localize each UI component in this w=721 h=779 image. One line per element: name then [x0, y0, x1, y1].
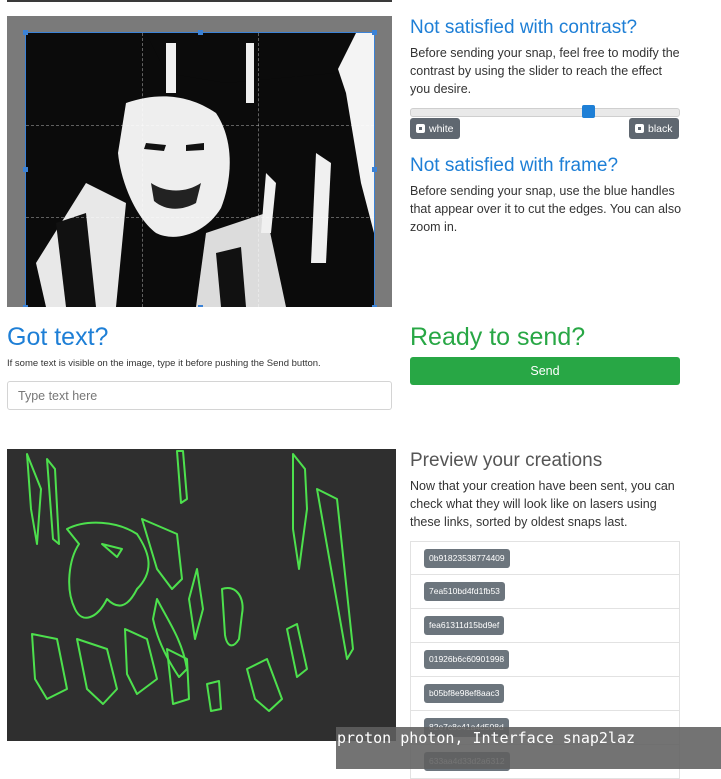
creation-link[interactable]: fea61311d15bd9ef — [424, 616, 505, 635]
contrast-slider-track[interactable] — [410, 108, 680, 117]
crop-grid-line — [26, 125, 374, 126]
contrast-description: Before sending your snap, feel free to m… — [410, 46, 680, 96]
white-button-label: white — [429, 122, 454, 135]
white-button[interactable]: white — [410, 118, 460, 139]
send-button[interactable]: Send — [410, 357, 680, 385]
crop-handle-top-right[interactable] — [372, 30, 377, 35]
text-input[interactable] — [7, 381, 392, 410]
caption-text: proton photon, Interface snap2laz — [337, 729, 636, 747]
white-square-icon — [416, 124, 425, 133]
snap-photo — [26, 33, 374, 307]
creation-link[interactable]: 0b91823538774409 — [424, 548, 510, 568]
crop-handle-bottom-right[interactable] — [372, 305, 377, 307]
list-item: 7ea510bd4fd1fb53 — [410, 575, 680, 609]
creation-link[interactable]: 01926b6c60901998 — [424, 650, 510, 669]
crop-grid-line — [142, 33, 143, 307]
caption-overlay: proton photon, Interface snap2laz — [336, 727, 721, 769]
creation-link[interactable]: 7ea510bd4fd1fb53 — [424, 582, 505, 601]
crop-handle-bottom-left[interactable] — [23, 305, 28, 307]
got-text-heading: Got text? — [7, 323, 109, 351]
contrast-slider-thumb[interactable] — [582, 105, 595, 118]
list-item: 01926b6c60901998 — [410, 643, 680, 677]
list-item: b05bf8e98ef8aac3 — [410, 677, 680, 711]
list-item: 0b91823538774409 — [410, 541, 680, 575]
top-image-edge — [7, 0, 392, 2]
crop-handle-top[interactable] — [198, 30, 203, 35]
crop-area[interactable] — [23, 30, 377, 307]
list-item: fea61311d15bd9ef — [410, 609, 680, 643]
preview-description: Now that your creation have been sent, y… — [410, 479, 675, 529]
black-button-label: black — [648, 122, 673, 135]
snap-cropper[interactable] — [7, 16, 392, 307]
frame-description: Before sending your snap, use the blue h… — [410, 184, 682, 234]
black-button[interactable]: black — [629, 118, 679, 139]
got-text-note: If some text is visible on the image, ty… — [7, 358, 321, 369]
crop-handle-right[interactable] — [372, 167, 377, 172]
creation-link[interactable]: b05bf8e98ef8aac3 — [424, 684, 505, 703]
crop-grid-line — [258, 33, 259, 307]
crop-handle-left[interactable] — [23, 167, 28, 172]
black-square-icon — [635, 124, 644, 133]
crop-grid-line — [26, 217, 374, 218]
crop-handle-bottom[interactable] — [198, 305, 203, 307]
send-heading: Ready to send? — [410, 323, 586, 351]
crop-handle-top-left[interactable] — [23, 30, 28, 35]
laser-outline-drawing — [26, 450, 354, 712]
laser-preview-image — [7, 449, 396, 741]
frame-heading: Not satisfied with frame? — [410, 155, 619, 176]
contrast-heading: Not satisfied with contrast? — [410, 17, 638, 38]
preview-heading: Preview your creations — [410, 450, 603, 471]
